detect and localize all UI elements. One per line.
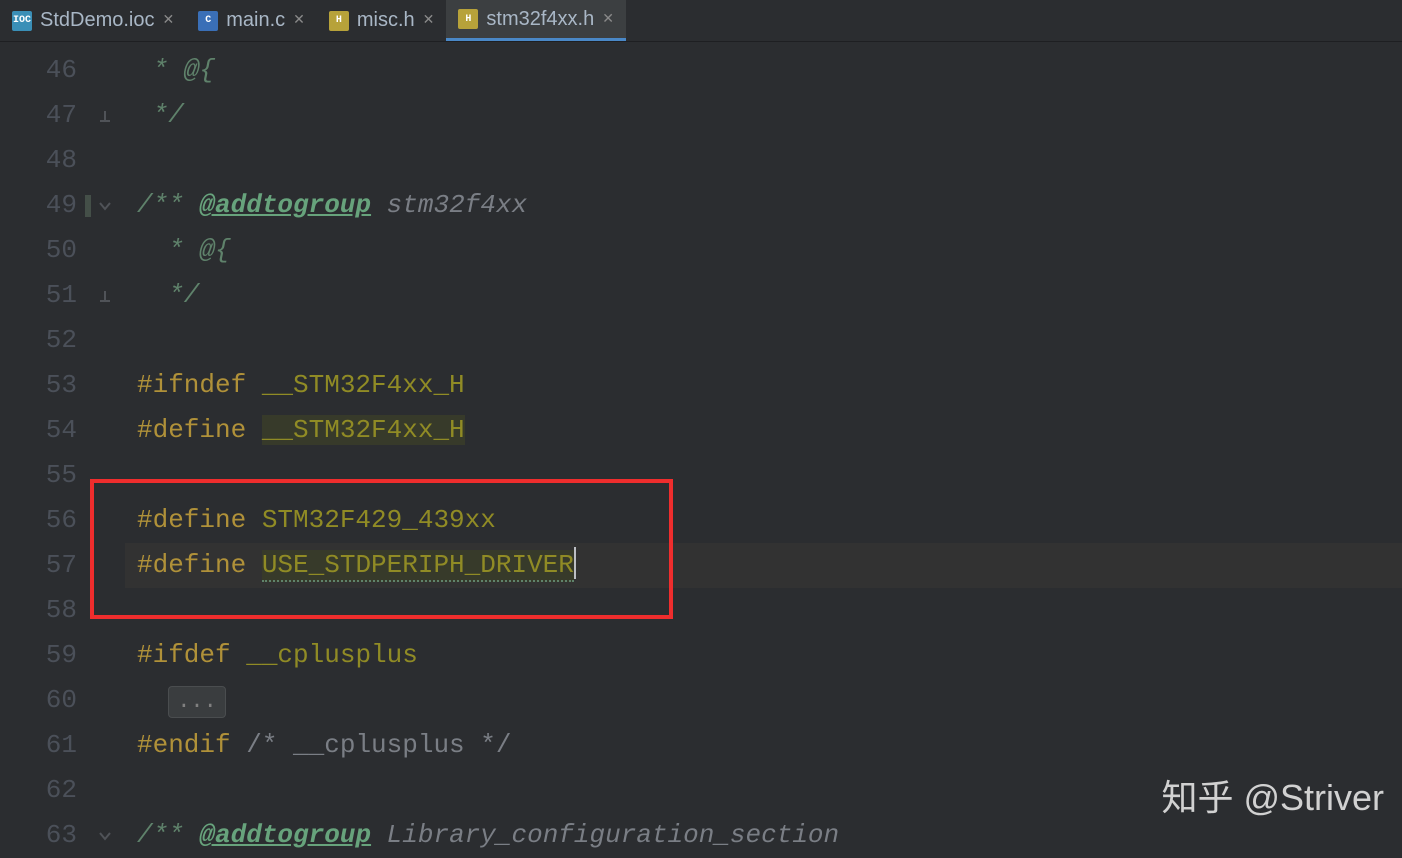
close-icon[interactable]: ✕ [293, 12, 305, 29]
line-number-gutter: 46 47 48 49 50 51 52 53 54 55 56 57 58 5… [0, 42, 85, 841]
line-number: 62 [0, 768, 85, 813]
line-number: 51 [0, 273, 85, 318]
line-number: 53 [0, 363, 85, 408]
close-icon[interactable]: ✕ [602, 11, 614, 28]
line-number: 63 [0, 813, 85, 858]
close-icon[interactable]: ✕ [163, 12, 175, 29]
fold-end-icon[interactable] [85, 93, 125, 138]
code-line[interactable]: #define __STM32F4xx_H [125, 408, 1402, 453]
tab-label: StdDemo.ioc [40, 9, 155, 32]
tab-misc-h[interactable]: H misc.h ✕ [317, 0, 447, 41]
fold-open-icon[interactable] [85, 183, 125, 228]
tab-stm32f4xx-h[interactable]: H stm32f4xx.h ✕ [446, 0, 626, 41]
tab-main-c[interactable]: C main.c ✕ [186, 0, 317, 41]
code-line[interactable]: ... [125, 678, 1402, 723]
h-file-icon: H [458, 9, 478, 29]
code-line[interactable]: #endif /* __cplusplus */ [125, 723, 1402, 768]
code-line[interactable]: */ [125, 93, 1402, 138]
code-line[interactable] [125, 138, 1402, 183]
fold-end-icon[interactable] [85, 273, 125, 318]
close-icon[interactable]: ✕ [423, 12, 435, 29]
code-line[interactable]: #define STM32F429_439xx [125, 498, 1402, 543]
code-line[interactable]: #ifdef __cplusplus [125, 633, 1402, 678]
tab-bar: IOC StdDemo.ioc ✕ C main.c ✕ H misc.h ✕ … [0, 0, 1402, 42]
code-line[interactable] [125, 318, 1402, 363]
ioc-file-icon: IOC [12, 11, 32, 31]
watermark: 知乎 @Striver [1161, 769, 1384, 821]
c-file-icon: C [198, 11, 218, 31]
text-cursor [574, 547, 576, 579]
line-number: 54 [0, 408, 85, 453]
h-file-icon: H [329, 11, 349, 31]
line-number: 46 [0, 48, 85, 93]
tab-stddemo-ioc[interactable]: IOC StdDemo.ioc ✕ [0, 0, 186, 41]
line-number: 59 [0, 633, 85, 678]
code-line[interactable]: /** @addtogroup stm32f4xx [125, 183, 1402, 228]
fold-gutter [85, 42, 125, 841]
code-line-current[interactable]: #define USE_STDPERIPH_DRIVER [125, 543, 1402, 588]
line-number: 48 [0, 138, 85, 183]
line-number: 58 [0, 588, 85, 633]
line-number: 50 [0, 228, 85, 273]
code-line[interactable]: #ifndef __STM32F4xx_H [125, 363, 1402, 408]
line-number: 57 [0, 543, 85, 588]
code-line[interactable]: * @{ [125, 48, 1402, 93]
tab-label: main.c [226, 9, 285, 32]
fold-open-icon[interactable] [85, 813, 125, 858]
line-number: 49 [0, 183, 85, 228]
editor-area[interactable]: 46 47 48 49 50 51 52 53 54 55 56 57 58 5… [0, 42, 1402, 841]
code-line[interactable]: */ [125, 273, 1402, 318]
tab-label: stm32f4xx.h [486, 8, 594, 31]
line-number: 56 [0, 498, 85, 543]
tab-label: misc.h [357, 9, 415, 32]
code-line[interactable]: * @{ [125, 228, 1402, 273]
line-number: 47 [0, 93, 85, 138]
code-area[interactable]: * @{ */ /** @addtogroup stm32f4xx * @{ *… [125, 42, 1402, 841]
line-number: 52 [0, 318, 85, 363]
line-number: 61 [0, 723, 85, 768]
code-line[interactable] [125, 588, 1402, 633]
folded-region[interactable]: ... [168, 686, 226, 718]
line-number: 55 [0, 453, 85, 498]
line-number: 60 [0, 678, 85, 723]
code-line[interactable] [125, 453, 1402, 498]
